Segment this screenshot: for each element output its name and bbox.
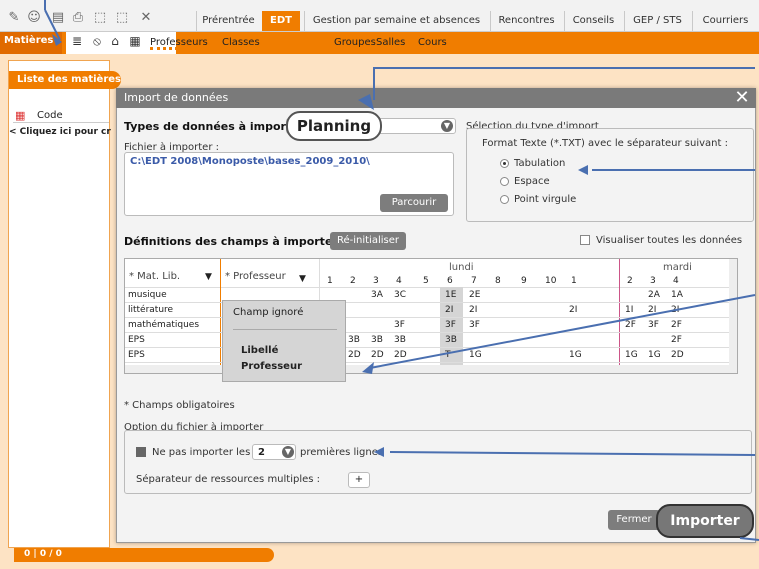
arrowhead-icon	[358, 94, 374, 110]
arrow-import	[739, 537, 759, 541]
arrow-professeur	[369, 294, 756, 369]
arrow-skip-lines	[389, 451, 756, 456]
arrowhead-icon	[374, 447, 384, 457]
arrowhead-icon	[362, 362, 374, 374]
callout-arrows	[44, 0, 759, 541]
arrowhead-icon	[578, 165, 588, 175]
arrow-planning	[373, 67, 755, 100]
